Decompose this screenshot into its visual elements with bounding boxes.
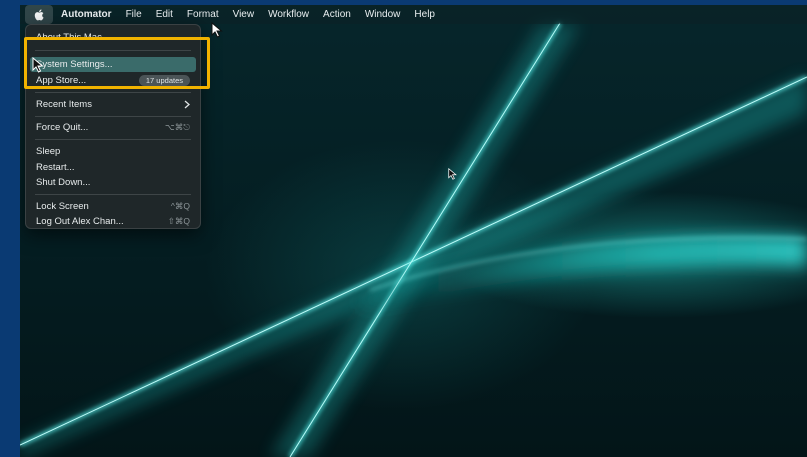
menu-item-restart-label: Restart...: [36, 162, 75, 173]
menu-separator: [35, 92, 191, 93]
menu-item-shut-down[interactable]: Shut Down...: [30, 175, 196, 190]
desktop: Automator File Edit Format View Workflow…: [20, 5, 807, 457]
menu-bar: Automator File Edit Format View Workflow…: [20, 5, 807, 24]
menubar-item-help[interactable]: Help: [407, 5, 442, 24]
menu-item-sleep[interactable]: Sleep: [30, 144, 196, 159]
menu-item-force-quit-label: Force Quit...: [36, 122, 89, 133]
menubar-item-workflow[interactable]: Workflow: [261, 5, 316, 24]
force-quit-shortcut: ⌥⌘⎋: [164, 122, 190, 132]
menu-item-shut-down-label: Shut Down...: [36, 177, 91, 188]
highlight-callout-box: [24, 37, 210, 89]
menu-separator: [35, 116, 191, 117]
apple-menu-button[interactable]: [25, 5, 53, 24]
menubar-item-window[interactable]: Window: [358, 5, 408, 24]
menu-item-force-quit[interactable]: Force Quit... ⌥⌘⎋: [30, 120, 196, 135]
menu-item-recent-items-label: Recent Items: [36, 99, 92, 110]
mouse-pointer-icon: [32, 57, 44, 73]
menu-item-lock-screen-label: Lock Screen: [36, 201, 89, 212]
apple-logo-icon: [34, 9, 44, 20]
menu-separator: [35, 194, 191, 195]
menubar-item-view[interactable]: View: [226, 5, 262, 24]
lock-screen-shortcut: ^⌘Q: [170, 201, 190, 211]
menu-item-recent-items[interactable]: Recent Items: [30, 97, 196, 112]
menubar-item-edit[interactable]: Edit: [149, 5, 180, 24]
menu-item-restart[interactable]: Restart...: [30, 160, 196, 175]
menu-item-log-out[interactable]: Log Out Alex Chan... ⇧⌘Q: [30, 214, 196, 229]
menubar-app-name[interactable]: Automator: [53, 5, 119, 24]
menu-separator: [35, 139, 191, 140]
menubar-item-action[interactable]: Action: [316, 5, 358, 24]
menu-item-sleep-label: Sleep: [36, 146, 61, 157]
log-out-shortcut: ⇧⌘Q: [167, 216, 190, 226]
chevron-right-icon: [184, 100, 190, 109]
mouse-pointer-icon: [211, 22, 223, 38]
mouse-pointer-icon: [448, 168, 457, 180]
menu-item-lock-screen[interactable]: Lock Screen ^⌘Q: [30, 199, 196, 214]
menubar-item-file[interactable]: File: [119, 5, 149, 24]
menu-item-log-out-label: Log Out Alex Chan...: [36, 216, 124, 227]
